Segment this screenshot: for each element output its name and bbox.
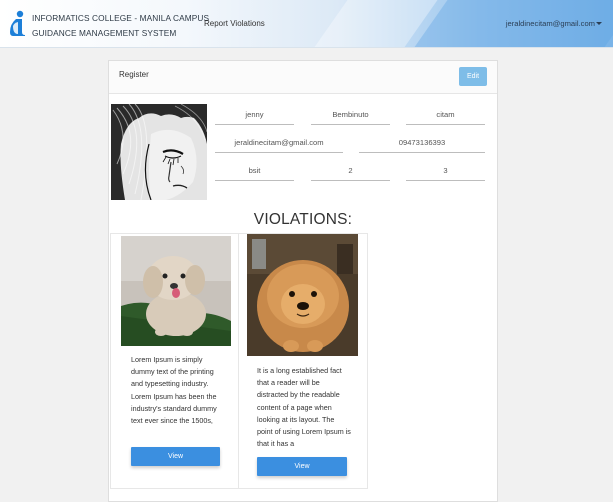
email-field[interactable]: jeraldinecitam@gmail.com	[215, 136, 343, 153]
dog-photo-image	[247, 234, 358, 356]
violation-photo	[247, 234, 358, 356]
violations-heading: VIOLATIONS:	[253, 211, 353, 228]
violation-card: Lorem Ipsum is simply dummy text of the …	[110, 233, 240, 489]
middle-name-field[interactable]: Bembinuto	[311, 108, 390, 125]
violation-description: It is a long established fact that a rea…	[257, 366, 351, 449]
section-field[interactable]: 3	[406, 164, 485, 181]
profile-picture	[111, 104, 207, 200]
last-name-field[interactable]: citam	[406, 108, 485, 125]
phone-field[interactable]: 09473136393	[359, 136, 485, 153]
violation-photo	[121, 236, 231, 346]
brand-subtitle[interactable]: GUIDANCE MANAGEMENT SYSTEM	[32, 28, 176, 38]
nav-report-violations[interactable]: Report Violations	[204, 19, 265, 28]
card-title: Register	[119, 70, 149, 79]
year-field[interactable]: 2	[311, 164, 390, 181]
edit-button[interactable]: Edit	[459, 67, 487, 86]
view-button[interactable]: View	[257, 457, 347, 476]
view-button[interactable]: View	[131, 447, 220, 466]
register-card: Register Edit jenny Bembinuto citam jera…	[108, 60, 498, 502]
user-menu-email[interactable]: jeraldinecitam@gmail.com	[506, 19, 595, 28]
chevron-down-icon[interactable]	[596, 22, 602, 25]
violation-description: Lorem Ipsum is simply dummy text of the …	[131, 355, 217, 426]
dog-photo-image	[121, 236, 231, 346]
course-field[interactable]: bsit	[215, 164, 294, 181]
violation-card: It is a long established fact that a rea…	[238, 233, 368, 489]
first-name-field[interactable]: jenny	[215, 108, 294, 125]
profile-sketch-image	[111, 104, 207, 200]
brand-title[interactable]: INFORMATICS COLLEGE - MANILA CAMPUS	[32, 13, 209, 23]
card-header: Register Edit	[109, 61, 497, 94]
college-logo-icon[interactable]	[9, 10, 29, 36]
top-navbar: INFORMATICS COLLEGE - MANILA CAMPUS GUID…	[0, 0, 613, 48]
